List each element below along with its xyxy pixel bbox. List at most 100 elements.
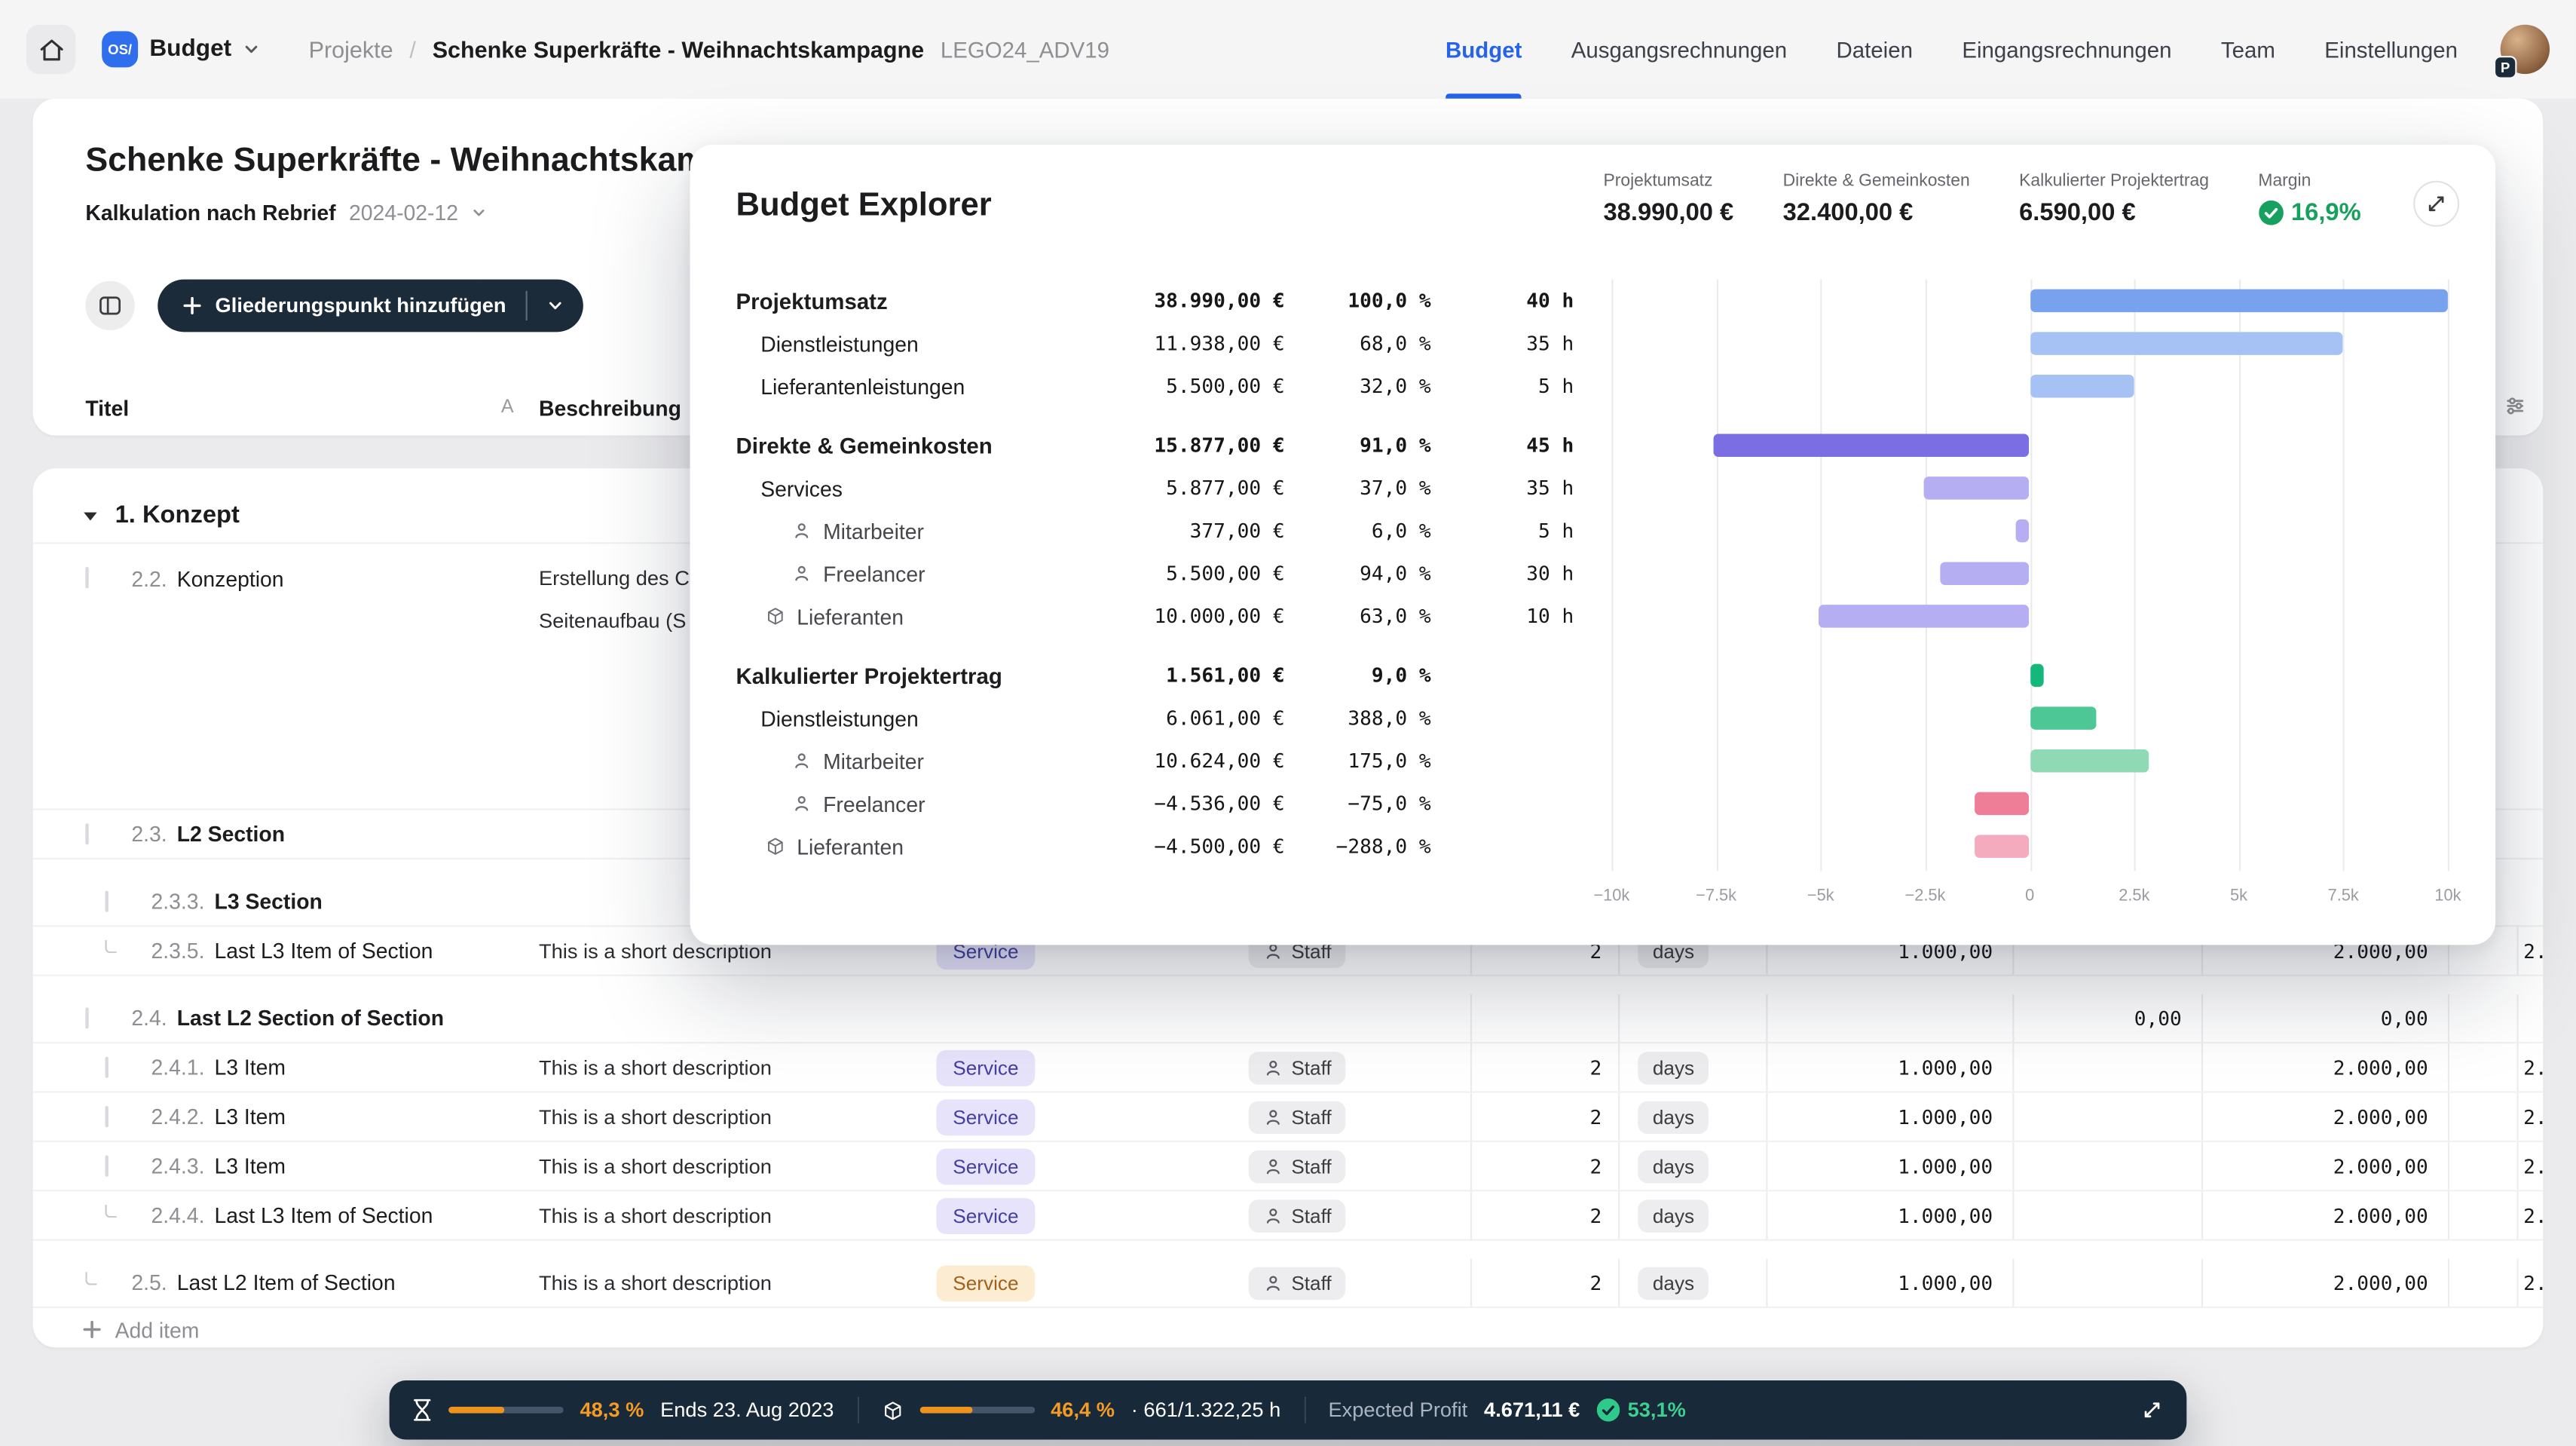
row-title: 2.4.4.Last L3 Item of Section [106,1191,433,1239]
unit-chip[interactable]: days [1638,1051,1709,1084]
column-separator [2516,1191,2518,1239]
home-button[interactable] [26,25,75,74]
explorer-row-value: 38.990,00 € [1147,290,1285,313]
explorer-row-pct: 94,0 % [1285,562,1431,585]
column-separator [1618,994,1620,1042]
staff-cell: Staff [1241,1259,1467,1307]
explorer-row-pct: 175,0 % [1285,749,1431,773]
service-badge[interactable]: Service [936,1197,1035,1233]
tab-dateien[interactable]: Dateien [1837,0,1913,99]
explorer-row[interactable]: Dienstleistungen11.938,00 €68,0 %35 h [690,322,2496,365]
tab-ausgangsrechnungen[interactable]: Ausgangsrechnungen [1571,0,1787,99]
add-outline-point-button[interactable]: Gliederungspunkt hinzufügen [158,294,525,317]
statusbar-expand-button[interactable] [2140,1399,2164,1422]
row-unit-price[interactable]: 1.000,00 [1766,1093,2009,1141]
table-row[interactable]: 2.4.1.L3 ItemThis is a short description… [33,1043,2544,1092]
explorer-row-hours: 35 h [1431,332,1574,355]
row-unit-price[interactable]: 1.000,00 [1766,1191,2009,1239]
staff-cell: Staff [1241,1191,1467,1239]
service-cell: Service [929,1259,1238,1307]
service-badge[interactable]: Service [936,1049,1035,1086]
row-total: 2.000,00 [2201,1093,2445,1141]
staff-chip[interactable]: Staff [1249,1267,1347,1300]
row-unit-price[interactable]: 1.000,00 [1766,1142,2009,1190]
expander-triangle-icon[interactable] [82,507,99,523]
row-unit-price[interactable]: 1.000,00 [1766,1259,2009,1307]
unit-chip[interactable]: days [1638,1199,1709,1232]
chart-row-cell [1611,552,2448,595]
explorer-row[interactable]: Freelancer−4.536,00 €−75,0 % [690,783,2496,826]
explorer-stat: Projektumsatz38.990,00 € [1603,171,1733,227]
row-number: 2.4.1. [151,1055,205,1080]
row-overflow: 2.000,00 [2523,1142,2543,1190]
row-quantity[interactable]: 2 [1470,1259,1618,1307]
chart-row-cell [1611,697,2448,740]
explorer-row[interactable]: Freelancer5.500,00 €94,0 %30 h [690,552,2496,595]
staff-cell: Staff [1241,1043,1467,1091]
unit-chip[interactable]: days [1638,1150,1709,1183]
tab-budget[interactable]: Budget [1446,0,1522,99]
workspace-switcher[interactable]: OS/ Budget [102,31,259,67]
row-name: L3 Item [215,1153,286,1178]
explorer-row[interactable]: Direkte & Gemeinkosten15.877,00 €91,0 %4… [690,424,2496,467]
unit-chip[interactable]: days [1638,1100,1709,1133]
explorer-row-label: Mitarbeiter [736,749,1147,774]
row-quantity[interactable]: 2 [1470,1093,1618,1141]
service-badge[interactable]: Service [936,1148,1035,1184]
row-quantity[interactable]: 2 [1470,1191,1618,1239]
add-outline-point-caret[interactable] [528,298,583,314]
columns-icon[interactable] [2504,394,2527,418]
staff-chip[interactable]: Staff [1249,1150,1347,1183]
explorer-row[interactable]: Services5.877,00 €37,0 %35 h [690,467,2496,510]
row-quantity[interactable]: 2 [1470,1043,1618,1091]
explorer-row[interactable]: Dienstleistungen6.061,00 €388,0 % [690,697,2496,740]
explorer-row-label: Dienstleistungen [736,331,1147,356]
tab-einstellungen[interactable]: Einstellungen [2324,0,2458,99]
explorer-row[interactable]: Lieferanten10.000,00 €63,0 %10 h [690,595,2496,638]
table-row[interactable]: 2.4.Last L2 Section of Section0,000,00 [33,994,2544,1043]
project-end-date: Ends 23. Aug 2023 [660,1399,834,1422]
column-separator [2516,1043,2518,1091]
chart-bar [2030,332,2343,355]
calculation-selector[interactable]: Kalkulation nach Rebrief 2024-02-12 [85,201,486,225]
explorer-row-label: Services [736,476,1147,501]
add-item-button[interactable]: Add item [33,1308,2544,1347]
explorer-row[interactable]: Mitarbeiter10.624,00 €175,0 % [690,740,2496,783]
table-row[interactable]: 2.4.2.L3 ItemThis is a short description… [33,1093,2544,1142]
tab-eingangsrechnungen[interactable]: Eingangsrechnungen [1962,0,2171,99]
row-unit-price[interactable]: 1.000,00 [1766,1043,2009,1091]
row-title: 2.3.L2 Section [85,810,285,858]
table-row[interactable]: 2.4.3.L3 ItemThis is a short description… [33,1142,2544,1191]
calculation-date: 2024-02-12 [349,201,458,225]
column-separator [2012,1142,2014,1190]
sort-a-indicator[interactable]: A [501,398,514,418]
chart-bar [2030,706,2097,730]
explorer-row-label: Kalkulierter Projektertrag [736,663,1147,688]
staff-cell: Staff [1241,1142,1467,1190]
explorer-row-hours: 5 h [1431,519,1574,543]
table-row[interactable]: 2.5.Last L2 Item of SectionThis is a sho… [33,1259,2544,1308]
explorer-row[interactable]: Lieferanten−4.500,00 €−288,0 % [690,825,2496,868]
staff-chip[interactable]: Staff [1249,1199,1347,1232]
service-cell: Service [929,1142,1238,1190]
explorer-row[interactable]: Lieferantenleistungen5.500,00 €32,0 %5 h [690,365,2496,408]
sidebar-toggle-button[interactable] [85,281,134,330]
user-avatar[interactable]: P [2501,25,2550,74]
unit-chip[interactable]: days [1638,1267,1709,1300]
table-row[interactable]: 2.4.4.Last L3 Item of SectionThis is a s… [33,1191,2544,1240]
tab-team[interactable]: Team [2221,0,2275,99]
modal-expand-button[interactable] [2413,181,2459,227]
row-number: 2.5. [131,1270,167,1295]
explorer-row-value: 377,00 € [1147,519,1285,543]
staff-chip[interactable]: Staff [1249,1051,1347,1084]
indent-marker [106,1106,109,1127]
breadcrumb-projects-link[interactable]: Projekte [309,36,393,63]
explorer-row-value: 5.877,00 € [1147,476,1285,500]
service-badge[interactable]: Service [936,1264,1035,1300]
explorer-row[interactable]: Projektumsatz38.990,00 €100,0 %40 h [690,280,2496,323]
explorer-row[interactable]: Mitarbeiter377,00 €6,0 %5 h [690,510,2496,553]
row-quantity[interactable]: 2 [1470,1142,1618,1190]
explorer-row[interactable]: Kalkulierter Projektertrag1.561,00 €9,0 … [690,654,2496,697]
service-badge[interactable]: Service [936,1098,1035,1135]
staff-chip[interactable]: Staff [1249,1100,1347,1133]
